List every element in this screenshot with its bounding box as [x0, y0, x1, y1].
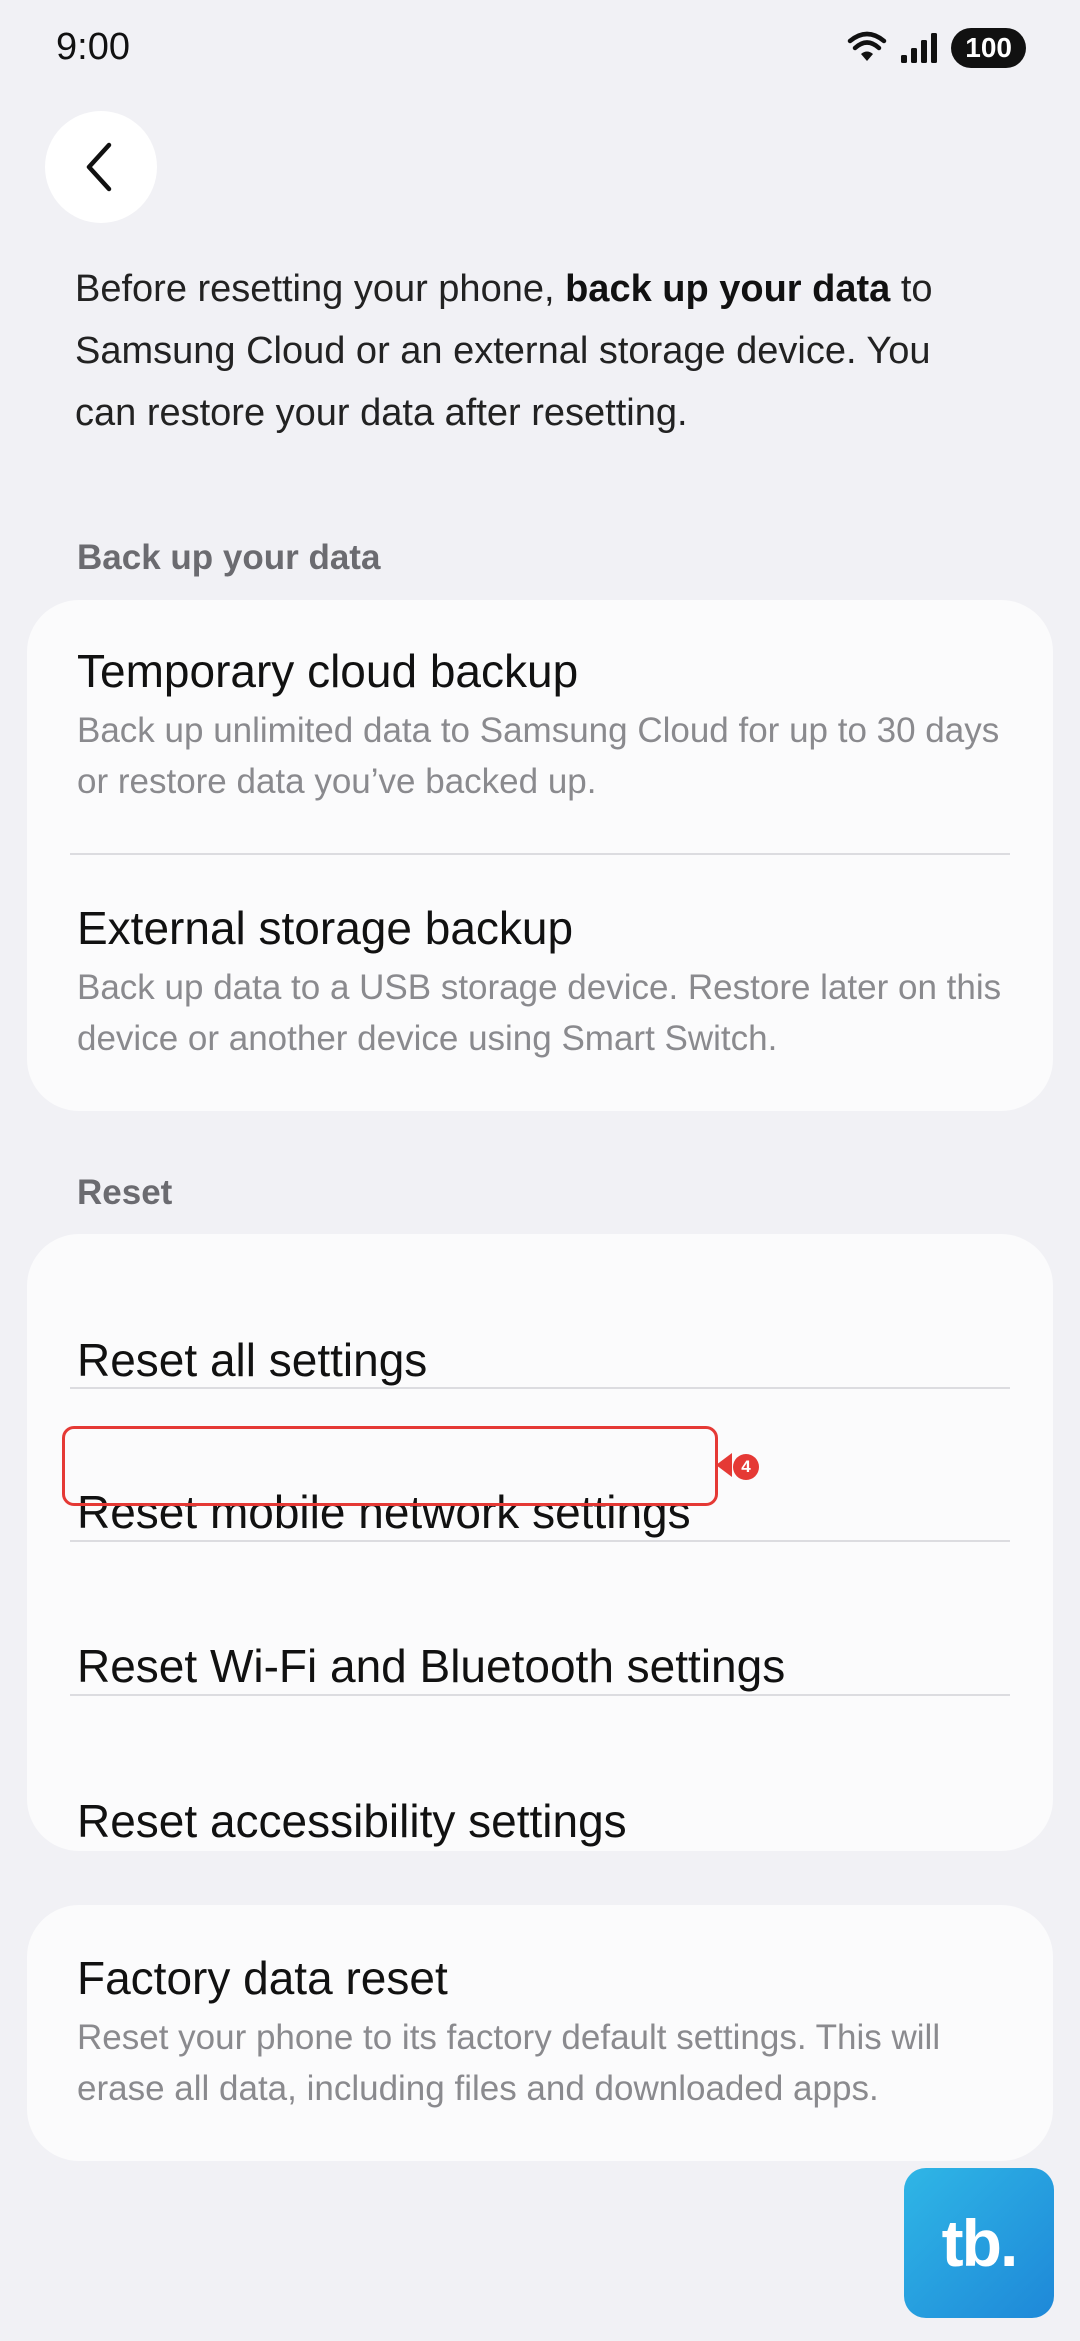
intro-text: Before resetting your phone, back up you… [75, 258, 995, 444]
item-title: Reset accessibility settings [77, 1795, 627, 1847]
divider [70, 1540, 1010, 1542]
item-title: Reset mobile network settings [77, 1486, 691, 1538]
section-label-backup: Back up your data [77, 538, 381, 577]
status-icons: 100 [847, 28, 1026, 68]
chevron-left-icon [86, 142, 112, 192]
backup-card: Temporary cloud backup Back up unlimited… [27, 600, 1053, 1111]
wifi-icon [848, 31, 887, 61]
step-badge: 4 [733, 1454, 759, 1480]
reset-accessibility-settings-item[interactable]: Reset accessibility settings [77, 1771, 1013, 1851]
reset-wifi-bluetooth-settings-item[interactable]: Reset Wi-Fi and Bluetooth settings [77, 1616, 1013, 1716]
divider [70, 1387, 1010, 1389]
intro-part-1: Before resetting your phone, [75, 268, 566, 310]
item-title: Reset Wi-Fi and Bluetooth settings [77, 1640, 786, 1692]
item-title: Factory data reset [77, 1952, 448, 2004]
section-label-reset: Reset [77, 1173, 173, 1212]
reset-card: Reset all settings Reset mobile network … [27, 1234, 1053, 1851]
item-description: Back up unlimited data to Samsung Cloud … [77, 711, 1000, 801]
divider [70, 1694, 1010, 1696]
temporary-cloud-backup-item[interactable]: Temporary cloud backup Back up unlimited… [77, 643, 1013, 807]
item-title: Temporary cloud backup [77, 645, 579, 697]
factory-reset-card: Factory data reset Reset your phone to i… [27, 1905, 1053, 2161]
reset-mobile-network-settings-item[interactable]: Reset mobile network settings [77, 1462, 1013, 1562]
divider [70, 853, 1010, 855]
status-bar: 9:00 100 [0, 0, 1080, 100]
intro-bold: back up your data [565, 268, 891, 310]
item-description: Back up data to a USB storage device. Re… [77, 968, 1002, 1058]
back-button[interactable] [45, 111, 157, 223]
step-pointer-icon [716, 1453, 732, 1477]
item-description: Reset your phone to its factory default … [77, 2018, 941, 2108]
brand-logo: tb. [904, 2168, 1054, 2318]
reset-all-settings-item[interactable]: Reset all settings [77, 1310, 1013, 1410]
battery-icon: 100 [951, 28, 1026, 68]
item-title: External storage backup [77, 902, 574, 954]
status-time: 9:00 [56, 26, 130, 68]
external-storage-backup-item[interactable]: External storage backup Back up data to … [77, 900, 1013, 1064]
item-title: Reset all settings [77, 1334, 428, 1386]
factory-data-reset-item[interactable]: Factory data reset Reset your phone to i… [77, 1950, 1013, 2114]
signal-icon [901, 33, 938, 63]
